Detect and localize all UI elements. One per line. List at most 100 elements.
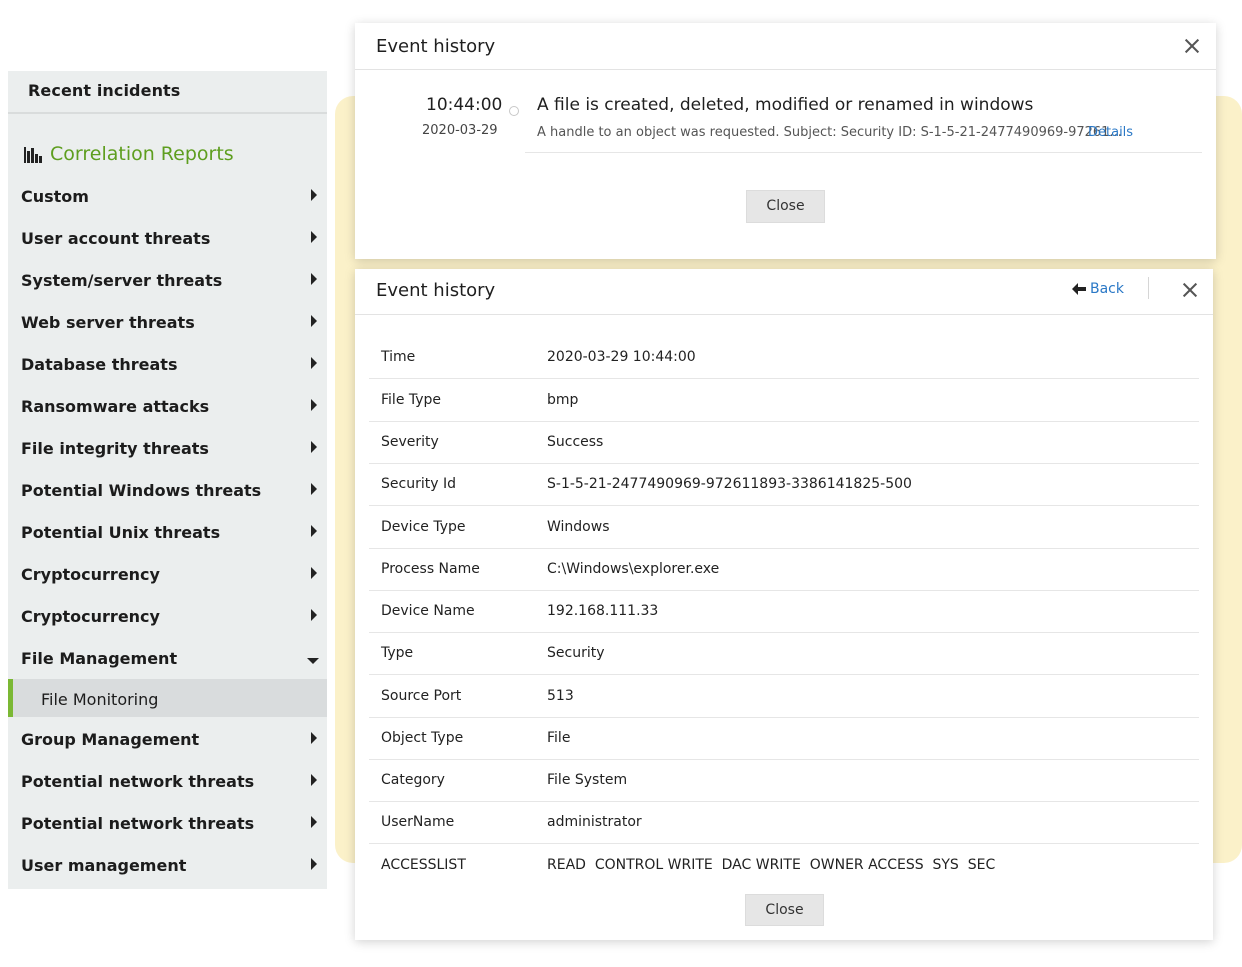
- close-button[interactable]: Close: [746, 190, 825, 223]
- caret-right-icon: [311, 567, 317, 579]
- caret-right-icon: [311, 525, 317, 537]
- detail-value: READ CONTROL WRITE DAC WRITE OWNER ACCES…: [547, 857, 996, 873]
- sidebar-subitem-label: File Monitoring: [41, 690, 159, 709]
- sidebar-item-label: Ransomware attacks: [21, 397, 210, 416]
- caret-right-icon: [311, 231, 317, 243]
- close-icon[interactable]: [1183, 283, 1197, 297]
- caret-right-icon: [311, 774, 317, 786]
- event-time: 10:44:00: [426, 95, 503, 115]
- dialog-title: Event history: [376, 280, 496, 301]
- sidebar-item-label: File Management: [21, 649, 178, 668]
- detail-value: administrator: [547, 814, 642, 830]
- sidebar-item-potential-windows-threats[interactable]: Potential Windows threats: [8, 468, 327, 510]
- detail-key: Source Port: [381, 688, 462, 704]
- detail-value: Windows: [547, 519, 610, 535]
- bar-chart-icon: [24, 147, 42, 163]
- detail-key: File Type: [381, 392, 442, 408]
- back-label: Back: [1090, 281, 1124, 297]
- detail-value: 192.168.111.33: [547, 603, 659, 619]
- sidebar-item-custom[interactable]: Custom: [8, 174, 327, 216]
- active-indicator: [8, 679, 13, 717]
- detail-key: Device Type: [381, 519, 466, 535]
- close-icon[interactable]: [1185, 39, 1199, 53]
- sidebar-item-potential-network-threats-2[interactable]: Potential network threats: [8, 801, 327, 843]
- dialog-title: Event history: [376, 36, 496, 57]
- sidebar-item-label: Cryptocurrency: [21, 565, 160, 584]
- detail-value: bmp: [547, 392, 579, 408]
- detail-row-time: Time 2020-03-29 10:44:00: [369, 337, 1199, 379]
- arrow-left-icon: [1072, 283, 1086, 295]
- sidebar-item-label: Potential network threats: [21, 814, 255, 833]
- detail-key: Process Name: [381, 561, 480, 577]
- header-divider: [355, 69, 1216, 70]
- detail-row-file-type: File Type bmp: [369, 380, 1199, 422]
- sidebar-item-system-server-threats[interactable]: System/server threats: [8, 258, 327, 300]
- correlation-reports-title: Correlation Reports: [50, 143, 234, 165]
- sidebar-subitem-file-monitoring[interactable]: File Monitoring: [8, 679, 327, 717]
- sidebar-item-label: Potential Unix threats: [21, 523, 221, 542]
- sidebar-item-group-management[interactable]: Group Management: [8, 717, 327, 759]
- sidebar-item-cryptocurrency[interactable]: Cryptocurrency: [8, 552, 327, 594]
- detail-row-object-type: Object Type File: [369, 718, 1199, 760]
- sidebar-item-label: Potential network threats: [21, 772, 255, 791]
- detail-value: 513: [547, 688, 574, 704]
- close-button[interactable]: Close: [745, 894, 824, 926]
- detail-row-type: Type Security: [369, 633, 1199, 675]
- event-history-dialog: Event history 10:44:00 2020-03-29 A file…: [355, 23, 1216, 259]
- sidebar-item-potential-network-threats[interactable]: Potential network threats: [8, 759, 327, 801]
- caret-down-icon: [307, 658, 319, 664]
- caret-right-icon: [311, 609, 317, 621]
- sidebar-item-label: Potential Windows threats: [21, 481, 262, 500]
- header-separator: [1148, 277, 1149, 299]
- sidebar-item-label: File integrity threats: [21, 439, 209, 458]
- detail-row-source-port: Source Port 513: [369, 676, 1199, 718]
- caret-right-icon: [311, 732, 317, 744]
- sidebar-item-ransomware-attacks[interactable]: Ransomware attacks: [8, 384, 327, 426]
- timeline-dot-icon: [509, 106, 519, 116]
- detail-row-severity: Severity Success: [369, 422, 1199, 464]
- sidebar-item-label: Custom: [21, 187, 89, 206]
- sidebar-item-file-integrity-threats[interactable]: File integrity threats: [8, 426, 327, 468]
- caret-right-icon: [311, 189, 317, 201]
- sidebar-item-user-account-threats[interactable]: User account threats: [8, 216, 327, 258]
- detail-key: ACCESSLIST: [381, 857, 466, 873]
- sidebar-item-file-management[interactable]: File Management: [8, 636, 327, 678]
- detail-row-device-type: Device Type Windows: [369, 507, 1199, 549]
- detail-value: Security: [547, 645, 605, 661]
- detail-row-process-name: Process Name C:\Windows\explorer.exe: [369, 549, 1199, 591]
- sidebar-item-user-management[interactable]: User management: [8, 843, 327, 885]
- caret-right-icon: [311, 357, 317, 369]
- header-divider: [355, 314, 1213, 315]
- detail-value: S-1-5-21-2477490969-972611893-3386141825…: [547, 476, 912, 492]
- detail-row-accesslist: ACCESSLIST READ CONTROL WRITE DAC WRITE …: [369, 845, 1199, 887]
- sidebar-item-web-server-threats[interactable]: Web server threats: [8, 300, 327, 342]
- detail-key: Severity: [381, 434, 439, 450]
- detail-key: Object Type: [381, 730, 464, 746]
- detail-value: C:\Windows\explorer.exe: [547, 561, 720, 577]
- sidebar-item-cryptocurrency-2[interactable]: Cryptocurrency: [8, 594, 327, 636]
- event-details-dialog: Event history Back Time 2020-03-29 10:44…: [355, 269, 1213, 940]
- caret-right-icon: [311, 399, 317, 411]
- detail-value: File: [547, 730, 571, 746]
- sidebar-item-database-threats[interactable]: Database threats: [8, 342, 327, 384]
- event-date: 2020-03-29: [422, 123, 498, 138]
- caret-right-icon: [311, 315, 317, 327]
- sidebar-item-label: Group Management: [21, 730, 200, 749]
- detail-row-category: Category File System: [369, 760, 1199, 802]
- detail-key: Time: [381, 349, 416, 365]
- caret-right-icon: [311, 483, 317, 495]
- caret-right-icon: [311, 858, 317, 870]
- sidebar-item-potential-unix-threats[interactable]: Potential Unix threats: [8, 510, 327, 552]
- sidebar-item-label: Cryptocurrency: [21, 607, 160, 626]
- event-divider: [525, 152, 1202, 153]
- details-link[interactable]: Details: [1088, 125, 1133, 140]
- sidebar-item-label: Web server threats: [21, 313, 195, 332]
- sidebar-item-label: Database threats: [21, 355, 178, 374]
- recent-incidents-item[interactable]: Recent incidents: [8, 71, 327, 114]
- detail-row-device-name: Device Name 192.168.111.33: [369, 591, 1199, 633]
- detail-key: UserName: [381, 814, 455, 830]
- detail-key: Security Id: [381, 476, 456, 492]
- detail-key: Device Name: [381, 603, 475, 619]
- sidebar-item-label: User management: [21, 856, 187, 875]
- detail-value: 2020-03-29 10:44:00: [547, 349, 696, 365]
